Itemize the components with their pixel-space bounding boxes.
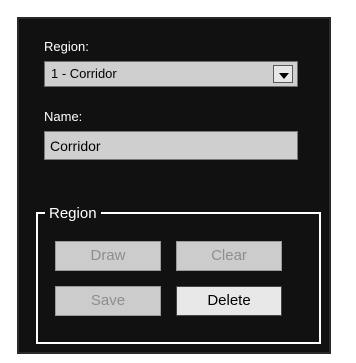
draw-button[interactable]: Draw: [55, 241, 161, 271]
region-panel: Region: 1 - Corridor Name: Corridor Regi…: [17, 17, 331, 354]
delete-button[interactable]: Delete: [176, 286, 282, 316]
region-group-title: Region: [45, 205, 101, 222]
chevron-down-icon[interactable]: [273, 65, 293, 83]
region-groupbox: [36, 212, 321, 344]
region-select[interactable]: 1 - Corridor: [44, 61, 298, 87]
name-field-value: Corridor: [50, 138, 101, 154]
name-label: Name:: [44, 109, 83, 124]
clear-button[interactable]: Clear: [176, 241, 282, 271]
region-label: Region:: [44, 39, 89, 54]
region-select-value: 1 - Corridor: [51, 66, 117, 81]
save-button[interactable]: Save: [55, 286, 161, 316]
name-field[interactable]: Corridor: [44, 131, 298, 160]
